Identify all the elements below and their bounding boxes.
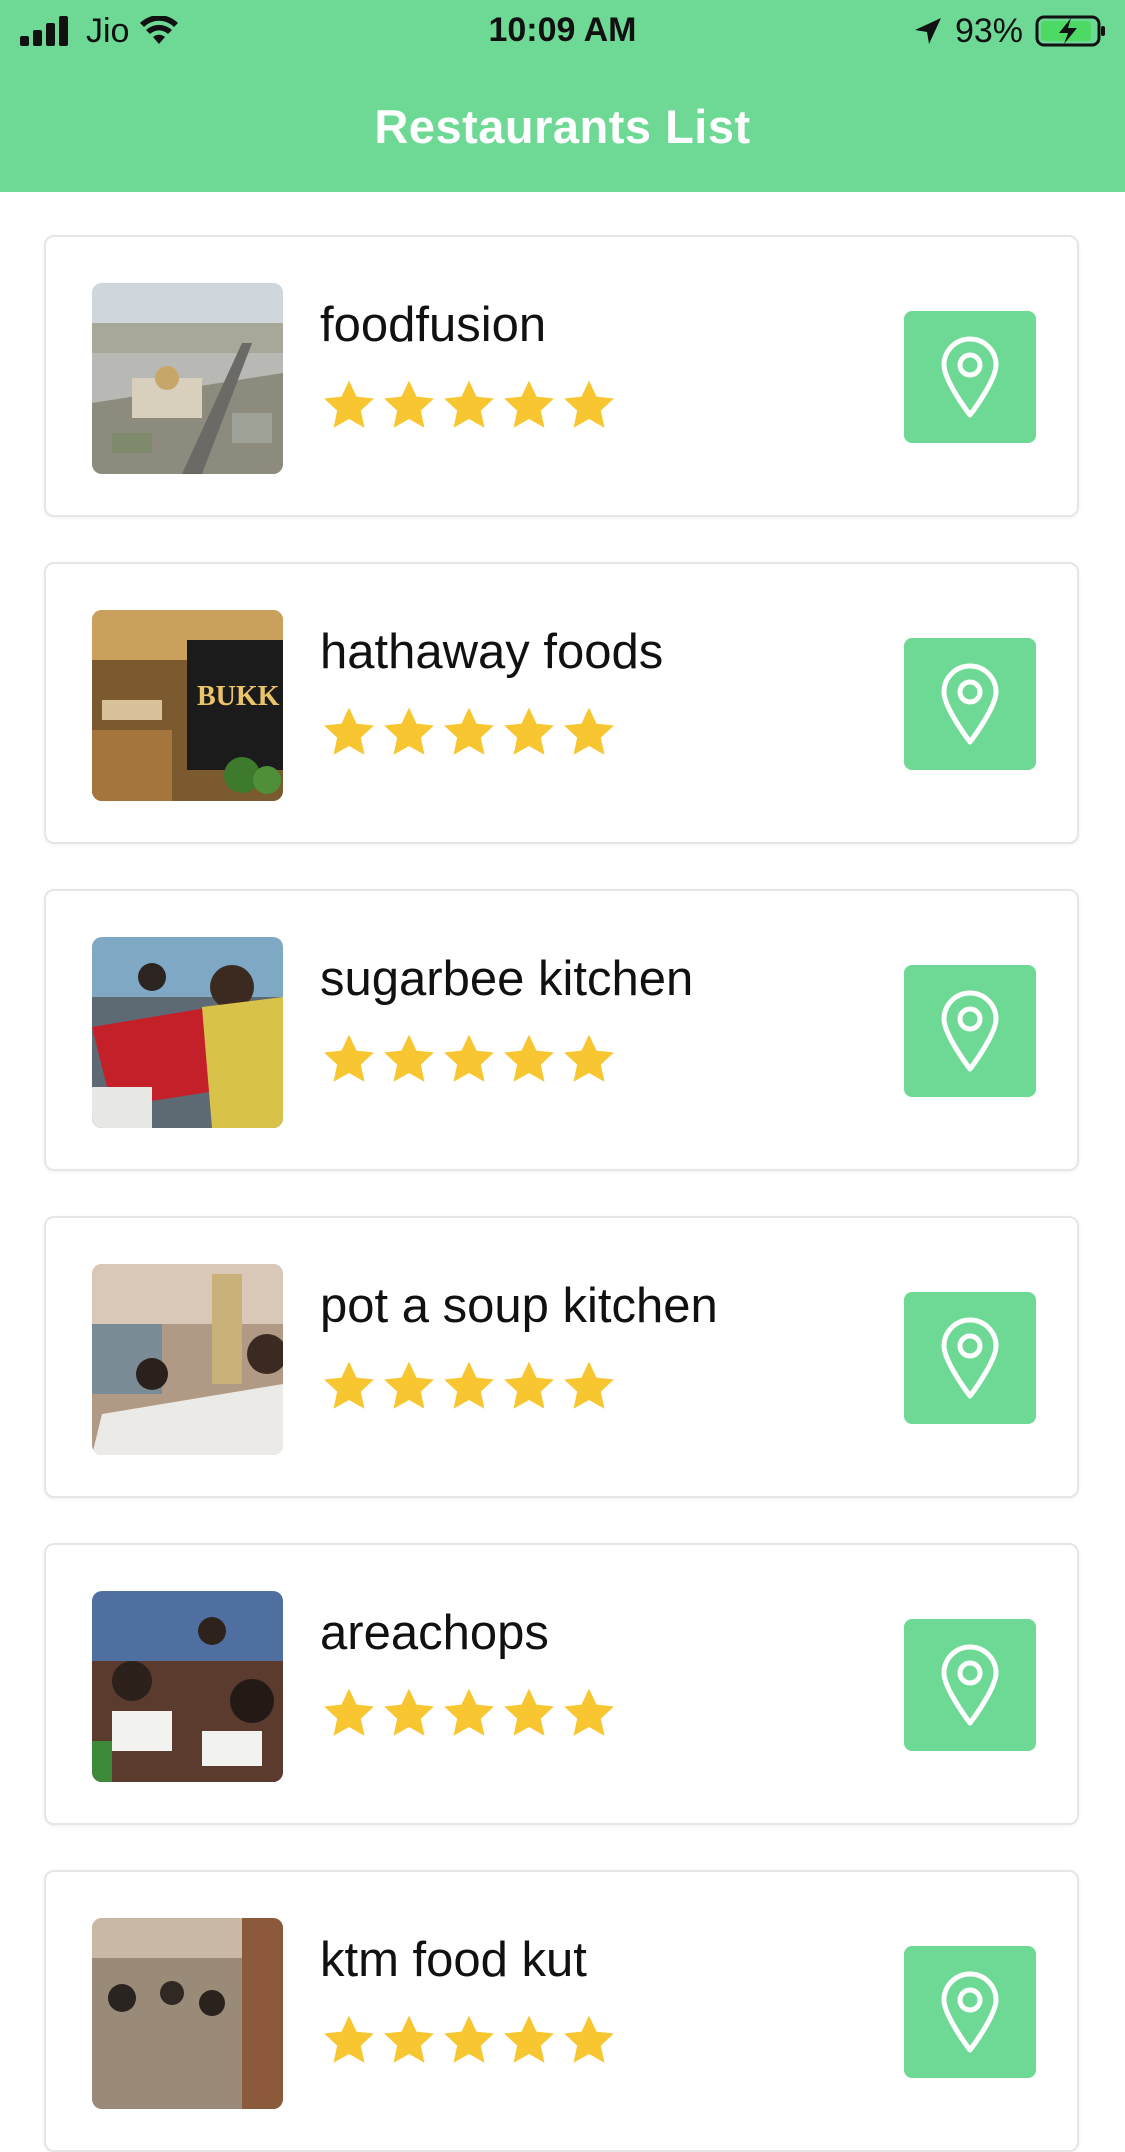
star-icon: [324, 1361, 374, 1409]
restaurant-card[interactable]: BUKK hathaway foods: [44, 562, 1079, 844]
star-icon: [504, 2015, 554, 2063]
star-icon: [324, 1034, 374, 1082]
star-icon: [324, 2015, 374, 2063]
star-rating: [320, 1358, 618, 1416]
status-right: 93%: [913, 10, 1107, 52]
restaurant-thumbnail: [92, 1591, 283, 1782]
star-icon: [444, 1034, 494, 1082]
star-icon: [384, 1688, 434, 1736]
star-icon: [444, 1688, 494, 1736]
restaurant-thumbnail: BUKK: [92, 610, 283, 801]
status-bar: Jio 10:09 AM 93%: [0, 0, 1125, 62]
nav-bar: Restaurants List: [0, 62, 1125, 192]
map-pin-icon: [941, 990, 999, 1072]
star-icon: [564, 707, 614, 755]
star-icon: [384, 707, 434, 755]
restaurant-name: sugarbee kitchen: [320, 952, 694, 1006]
restaurant-name: ktm food kut: [320, 1933, 587, 1987]
star-icon: [444, 707, 494, 755]
restaurant-name: pot a soup kitchen: [320, 1279, 718, 1333]
restaurant-thumbnail: [92, 937, 283, 1128]
map-location-button[interactable]: [904, 1619, 1036, 1751]
restaurant-name: foodfusion: [320, 298, 547, 352]
map-pin-icon: [941, 1317, 999, 1399]
map-pin-icon: [941, 1971, 999, 2053]
map-location-button[interactable]: [904, 311, 1036, 443]
star-icon: [324, 707, 374, 755]
star-rating: [320, 1031, 618, 1089]
restaurant-name: areachops: [320, 1606, 549, 1660]
svg-text:BUKK: BUKK: [197, 681, 280, 712]
restaurant-card[interactable]: areachops: [44, 1543, 1079, 1825]
star-icon: [384, 380, 434, 428]
star-rating: [320, 704, 618, 762]
star-icon: [564, 1361, 614, 1409]
star-icon: [564, 2015, 614, 2063]
restaurant-card[interactable]: foodfusion: [44, 235, 1079, 517]
star-icon: [444, 1361, 494, 1409]
map-pin-icon: [941, 663, 999, 745]
restaurant-card[interactable]: pot a soup kitchen: [44, 1216, 1079, 1498]
star-icon: [444, 2015, 494, 2063]
restaurant-thumbnail: [92, 1264, 283, 1455]
star-icon: [504, 1034, 554, 1082]
restaurant-card[interactable]: sugarbee kitchen: [44, 889, 1079, 1171]
star-icon: [384, 1034, 434, 1082]
star-icon: [504, 380, 554, 428]
star-rating: [320, 1685, 618, 1743]
page-title: Restaurants List: [374, 100, 751, 153]
star-icon: [384, 2015, 434, 2063]
star-icon: [504, 707, 554, 755]
restaurant-thumbnail: [92, 1918, 283, 2109]
battery-percent: 93%: [954, 12, 1023, 50]
restaurant-name: hathaway foods: [320, 625, 664, 679]
star-icon: [564, 1034, 614, 1082]
star-icon: [384, 1361, 434, 1409]
star-icon: [504, 1361, 554, 1409]
star-icon: [564, 380, 614, 428]
map-location-button[interactable]: [904, 638, 1036, 770]
map-pin-icon: [941, 336, 999, 418]
star-icon: [444, 380, 494, 428]
location-arrow-icon: [914, 18, 941, 44]
star-icon: [564, 1688, 614, 1736]
restaurant-thumbnail: [92, 283, 283, 474]
star-icon: [504, 1688, 554, 1736]
map-location-button[interactable]: [904, 1946, 1036, 2078]
star-rating: [320, 2012, 618, 2070]
map-location-button[interactable]: [904, 965, 1036, 1097]
battery-charging-icon: [1035, 15, 1105, 47]
map-pin-icon: [941, 1644, 999, 1726]
star-rating: [320, 377, 618, 435]
restaurant-card[interactable]: ktm food kut: [44, 1870, 1079, 2152]
star-icon: [324, 1688, 374, 1736]
map-location-button[interactable]: [904, 1292, 1036, 1424]
star-icon: [324, 380, 374, 428]
